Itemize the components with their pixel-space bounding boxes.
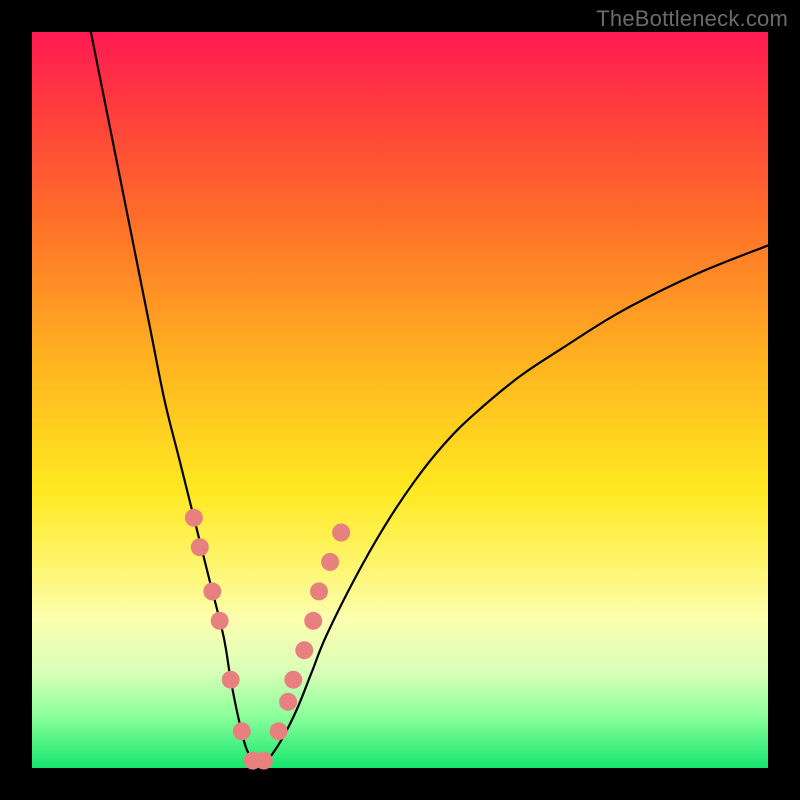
watermark-text: TheBottleneck.com [596, 6, 788, 32]
marker-dot [284, 671, 302, 689]
marker-dot [332, 524, 350, 542]
marker-dot [211, 612, 229, 630]
plot-area [32, 32, 768, 768]
marker-dot [222, 671, 240, 689]
marker-dot [191, 538, 209, 556]
marker-dot [310, 582, 328, 600]
curve-svg [32, 32, 768, 768]
marker-dot [270, 722, 288, 740]
marker-dot [233, 722, 251, 740]
marker-dot [255, 752, 273, 770]
chart-frame: TheBottleneck.com [0, 0, 800, 800]
marker-dot [279, 693, 297, 711]
marker-dot [295, 641, 313, 659]
bottleneck-curve [91, 32, 768, 768]
marker-dot [304, 612, 322, 630]
marker-dot [203, 582, 221, 600]
marker-dot [185, 509, 203, 527]
marker-dot [321, 553, 339, 571]
